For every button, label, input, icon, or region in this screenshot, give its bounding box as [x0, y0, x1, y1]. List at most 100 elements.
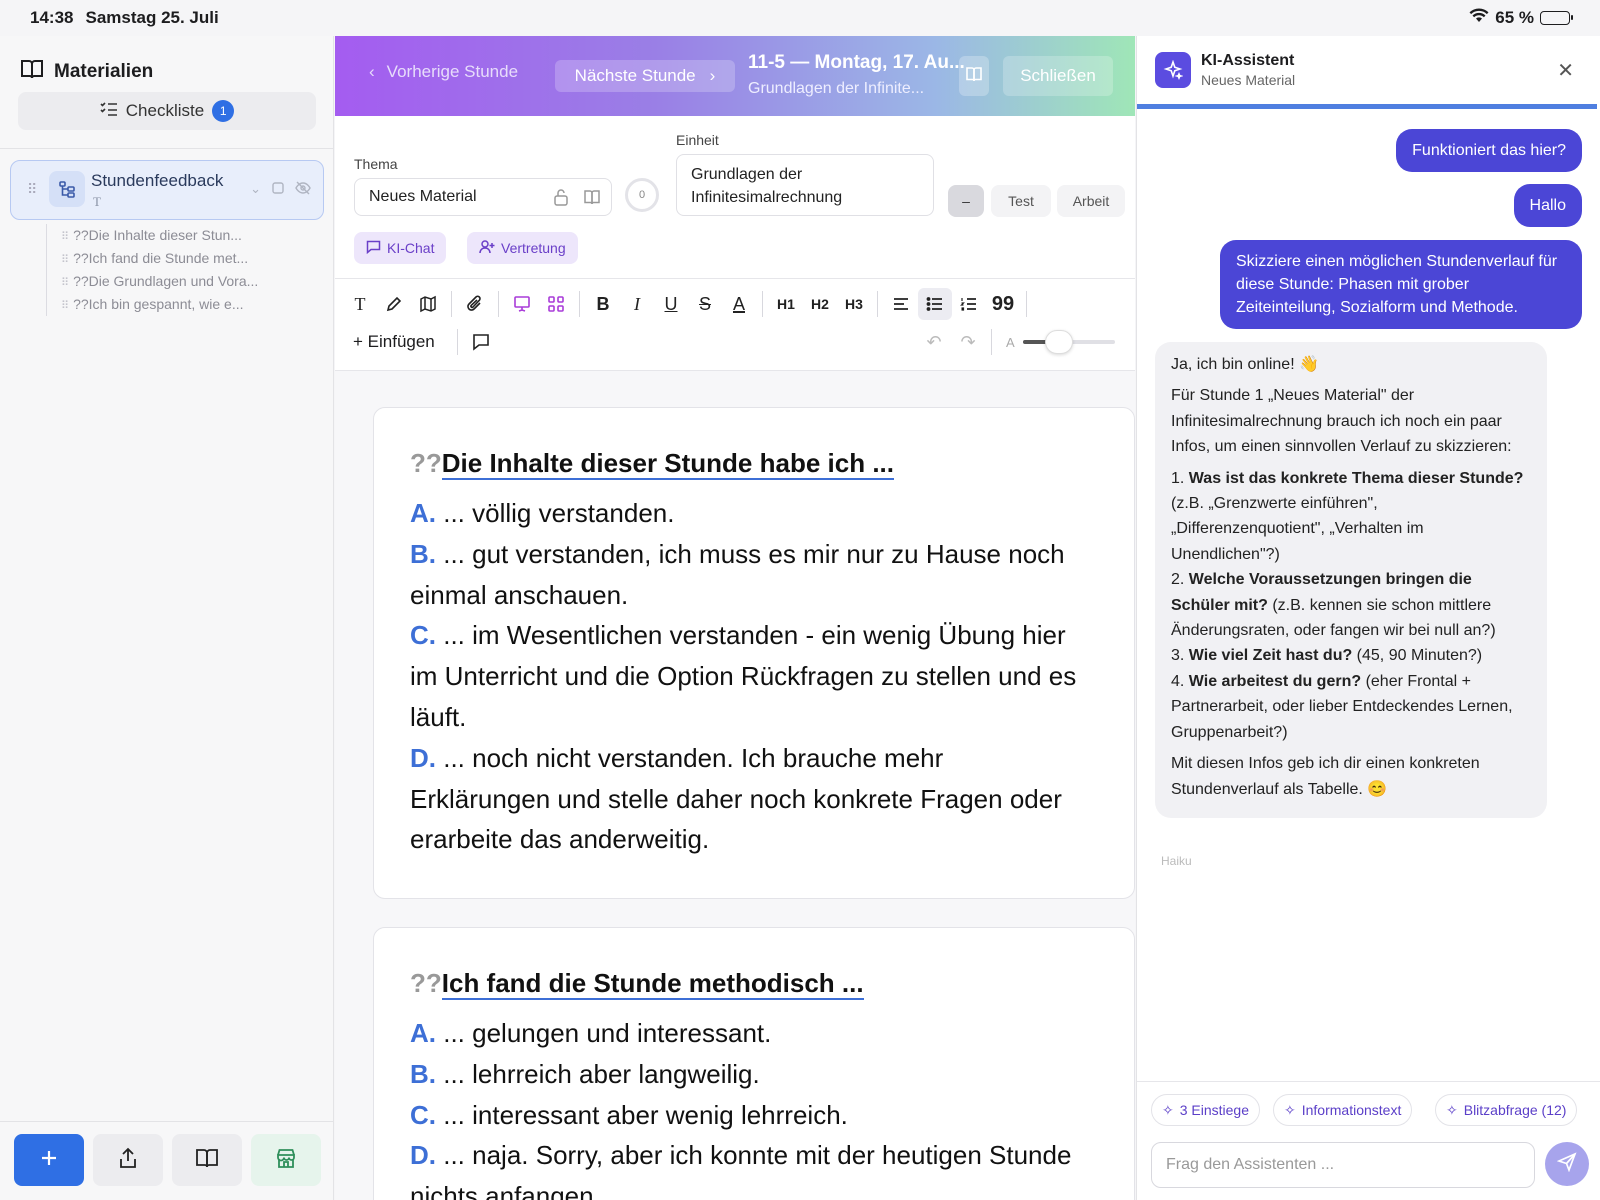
question-prefix: ?? — [410, 968, 442, 998]
unlock-icon[interactable] — [553, 188, 569, 211]
pen-icon[interactable] — [377, 288, 411, 320]
toolbar-separator — [991, 329, 992, 355]
reply-question-bold: Wie viel Zeit hast du? — [1188, 647, 1353, 665]
map-icon[interactable] — [411, 288, 445, 320]
reply-intro: Für Stunde 1 „Neues Material" der Infini… — [1171, 387, 1512, 456]
chat-icon — [366, 240, 381, 257]
status-bar: 14:38 Samstag 25. Juli 65 % — [0, 0, 1600, 36]
thema-field[interactable]: Neues Material — [354, 178, 612, 216]
bold-icon[interactable]: B — [586, 288, 620, 320]
suggestion-chip[interactable]: ✧ 3 Einstiege — [1151, 1094, 1261, 1126]
answer-item: A. ... völlig verstanden. — [410, 493, 1090, 534]
align-left-icon[interactable] — [884, 288, 918, 320]
heading2-icon[interactable]: H2 — [803, 288, 837, 320]
eye-off-icon[interactable] — [295, 181, 311, 198]
sidebar-subitem[interactable]: ??Die Inhalte dieser Stun... — [61, 224, 258, 247]
type-none-button[interactable]: – — [948, 185, 984, 217]
font-size-slider[interactable] — [1022, 330, 1115, 354]
share-button[interactable] — [93, 1134, 163, 1186]
quote-icon[interactable]: 99 — [986, 288, 1020, 320]
ki-chat-button[interactable]: KI-Chat — [354, 232, 447, 264]
einheit-field[interactable]: Grundlagen der Infinitesimalrechnung — [676, 154, 934, 216]
status-time: 14:38 — [30, 8, 74, 27]
undo-icon[interactable]: ↶ — [917, 326, 951, 358]
einheit-label: Einheit — [676, 132, 719, 148]
attachment-icon[interactable] — [458, 288, 492, 320]
book-toggle-button[interactable] — [959, 56, 989, 96]
reply-question-number: 1. — [1171, 469, 1189, 487]
sidebar-item-stundenfeedback[interactable]: ⠿ Stundenfeedback T ⌄ — [10, 160, 324, 220]
lesson-counter[interactable]: 0 — [625, 178, 659, 212]
answer-letter: B. — [410, 538, 436, 569]
sparkle-icon: ✧ — [1446, 1101, 1458, 1118]
assistant-input[interactable]: Frag den Assistenten ... — [1151, 1142, 1535, 1188]
suggestion-chip[interactable]: ✧ Informationstext — [1273, 1094, 1413, 1126]
reply-greeting: Ja, ich bin online! 👋 — [1171, 356, 1319, 373]
answer-letter: C. — [410, 1099, 436, 1130]
chevron-down-icon[interactable]: ⌄ — [250, 181, 261, 198]
underline-icon[interactable]: U — [654, 288, 688, 320]
insert-button[interactable]: + Einfügen — [353, 332, 451, 352]
answer-text: ... noch nicht verstanden. Ich brauche m… — [410, 742, 1062, 855]
sidebar-subitem[interactable]: ??Ich bin gespannt, wie e... — [61, 293, 258, 316]
book-icon — [965, 65, 983, 88]
close-button[interactable]: Schließen — [1003, 56, 1113, 96]
sidebar-bottom-divider — [0, 1121, 334, 1122]
redo-icon[interactable]: ↷ — [951, 326, 985, 358]
add-button[interactable] — [14, 1134, 84, 1186]
library-button[interactable] — [172, 1134, 242, 1186]
checklist-icon — [100, 101, 118, 122]
book-icon[interactable] — [583, 188, 601, 211]
status-date: Samstag 25. Juli — [85, 8, 219, 27]
reply-question-number: 2. — [1171, 571, 1189, 589]
sidebar-subitem[interactable]: ??Ich fand die Stunde met... — [61, 247, 258, 270]
copy-icon[interactable] — [271, 181, 285, 198]
type-test-button[interactable]: Test — [991, 185, 1051, 217]
close-icon[interactable]: ✕ — [1557, 58, 1574, 83]
next-lesson-button[interactable]: Nächste Stunde › — [555, 60, 735, 92]
numbered-list-icon[interactable] — [952, 288, 986, 320]
answer-item: D. ... naja. Sorry, aber ich konnte mit … — [410, 1135, 1090, 1200]
bullet-list-icon[interactable] — [918, 288, 952, 320]
text-color-icon[interactable]: A — [722, 288, 756, 320]
presentation-icon[interactable] — [505, 288, 539, 320]
italic-icon[interactable]: I — [620, 288, 654, 320]
comment-icon[interactable] — [464, 326, 498, 358]
previous-lesson-button[interactable]: ‹ Vorherige Stunde — [369, 62, 518, 82]
text-icon[interactable]: T — [343, 288, 377, 320]
answer-letter: A. — [410, 1018, 436, 1048]
grid-icon[interactable] — [539, 288, 573, 320]
checklist-button[interactable]: Checkliste 1 — [18, 92, 316, 130]
lesson-subtitle: Grundlagen der Infinite... — [748, 80, 925, 97]
type-arbeit-button[interactable]: Arbeit — [1057, 185, 1125, 217]
ai-assistant-panel: KI-Assistent Neues Material ✕ Funktionie… — [1136, 36, 1600, 1200]
sidebar-subitems: ??Die Inhalte dieser Stun... ??Ich fand … — [46, 224, 258, 316]
slider-thumb[interactable] — [1044, 330, 1073, 354]
sparkle-icon — [1155, 52, 1191, 88]
answer-item: D. ... noch nicht verstanden. Ich brauch… — [410, 738, 1090, 860]
checklist-label: Checkliste — [125, 101, 205, 120]
format-toolbar: T B I U S A H1 H2 H3 99 — [343, 288, 1033, 320]
strikethrough-icon[interactable]: S — [688, 288, 722, 320]
status-right: 65 % — [1469, 7, 1573, 29]
sidebar-subitem[interactable]: ??Die Grundlagen und Vora... — [61, 270, 258, 293]
heading3-icon[interactable]: H3 — [837, 288, 871, 320]
answer-item: B. ... gut verstanden, ich muss es mir n… — [410, 534, 1090, 616]
question-card[interactable]: ??Die Inhalte dieser Stunde habe ich ...… — [373, 407, 1135, 899]
store-button[interactable] — [251, 1134, 321, 1186]
assistant-subtitle: Neues Material — [1201, 72, 1296, 88]
suggestion-chip[interactable]: ✧ Blitzabfrage (12) — [1435, 1094, 1578, 1126]
answer-letter: D. — [410, 742, 436, 773]
toolbar-separator — [451, 291, 452, 317]
heading1-icon[interactable]: H1 — [769, 288, 803, 320]
reply-question-bold: Was ist das konkrete Thema dieser Stunde… — [1188, 469, 1524, 487]
question-card[interactable]: ??Ich fand die Stunde methodisch ... A. … — [373, 927, 1135, 1200]
user-message: Hallo — [1513, 184, 1582, 227]
question-title: ??Die Inhalte dieser Stunde habe ich ... — [410, 448, 894, 480]
toolbar-separator — [579, 291, 580, 317]
drag-handle-icon[interactable]: ⠿ — [27, 181, 37, 198]
toolbar-separator — [877, 291, 878, 317]
answer-text: ... gelungen und interessant. — [436, 1018, 772, 1048]
send-button[interactable] — [1545, 1142, 1589, 1186]
vertretung-button[interactable]: Vertretung — [467, 232, 578, 264]
